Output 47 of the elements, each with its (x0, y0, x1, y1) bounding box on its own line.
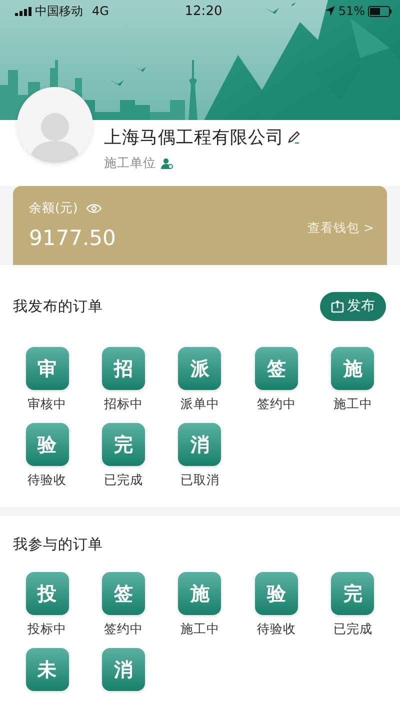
status-label: 签约中 (104, 621, 144, 636)
balance-label: 余额(元) (29, 200, 78, 217)
status-label: 投标中 (28, 621, 67, 636)
section-title: 我发布的订单 (13, 298, 103, 316)
status-icon[interactable]: 未 (26, 648, 69, 691)
network-type: 4G (92, 4, 109, 18)
status-icon[interactable]: 派 (178, 347, 222, 390)
location-arrow-icon (325, 6, 336, 16)
user-settings-icon[interactable] (161, 158, 173, 170)
company-name: 上海马偶工程有限公司 (104, 127, 284, 150)
status-icon[interactable]: 消 (102, 648, 146, 691)
status-label: 施工中 (333, 396, 372, 411)
eye-icon[interactable] (86, 203, 102, 214)
status-icon[interactable]: 招 (102, 347, 146, 390)
status-icon[interactable]: 签 (254, 347, 298, 390)
status-icon[interactable]: 完 (331, 572, 374, 615)
view-wallet-link[interactable]: 查看钱包 > (308, 220, 374, 237)
status-label: 派单中 (180, 396, 220, 411)
carrier-name: 中国移动 (35, 2, 83, 20)
section-title: 我参与的订单 (13, 536, 103, 554)
status-icon[interactable]: 审 (26, 347, 69, 390)
status-icon[interactable]: 完 (102, 423, 146, 466)
status-icon[interactable]: 验 (26, 423, 69, 466)
status-label: 已完成 (333, 621, 372, 636)
battery-icon (368, 6, 392, 16)
status-time: 12:20 (184, 4, 222, 18)
status-icon[interactable]: 消 (178, 423, 222, 466)
edit-icon[interactable] (287, 130, 301, 144)
status-label: 待验收 (256, 621, 296, 636)
status-label: 已完成 (104, 472, 144, 487)
status-icon[interactable]: 验 (254, 572, 298, 615)
battery-percent: 51% (338, 4, 365, 18)
status-label: 施工中 (180, 621, 220, 636)
status-label: 已取消 (180, 472, 220, 487)
status-icon[interactable]: 施 (331, 347, 374, 390)
status-icon[interactable]: 签 (102, 572, 146, 615)
signal-icon (15, 6, 32, 16)
company-role: 施工单位 (104, 155, 156, 172)
share-icon (331, 300, 344, 312)
status-icon[interactable]: 投 (26, 572, 69, 615)
status-label: 签约中 (256, 396, 296, 411)
balance-amount: 9177.50 (29, 226, 116, 250)
status-label: 招标中 (104, 396, 144, 411)
status-label: 审核中 (28, 396, 67, 411)
status-label: 待验收 (28, 472, 67, 487)
publish-button[interactable]: 发布 (320, 292, 386, 320)
status-icon[interactable]: 施 (178, 572, 222, 615)
